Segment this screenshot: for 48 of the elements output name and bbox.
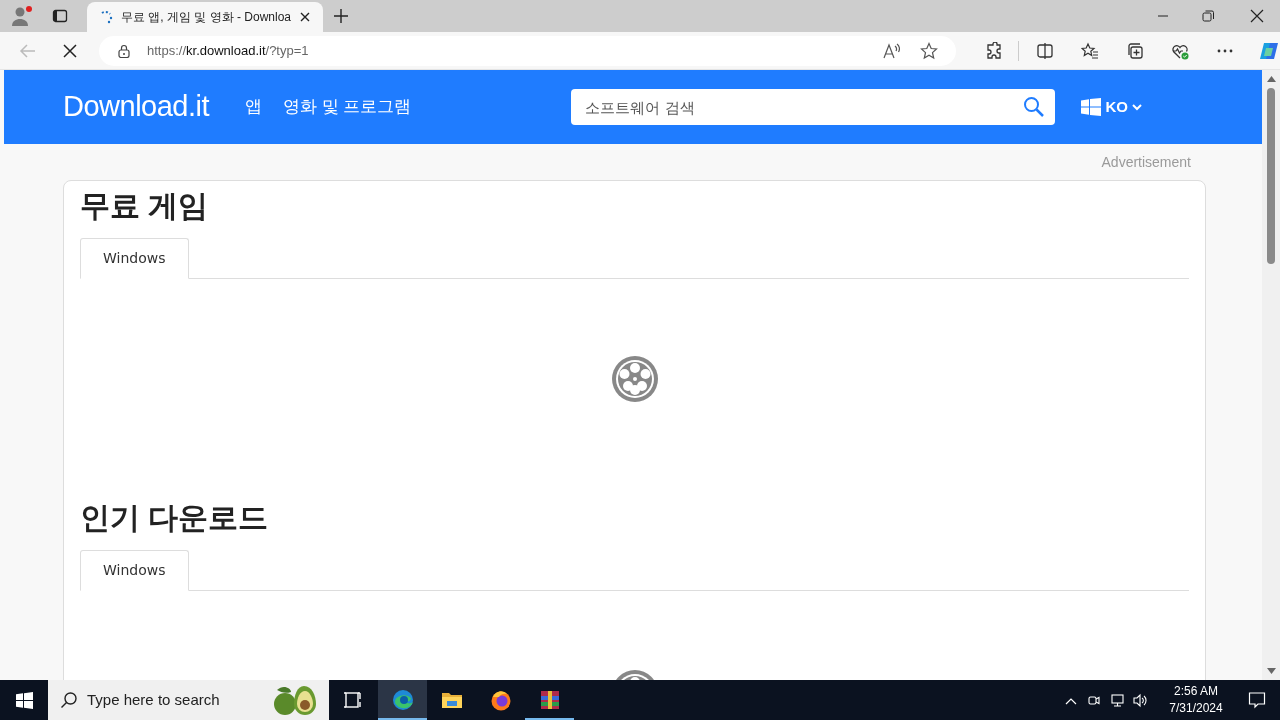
windows-icon xyxy=(1081,98,1102,116)
scroll-down-icon[interactable] xyxy=(1266,668,1276,674)
notifications-icon[interactable] xyxy=(1248,691,1266,709)
taskbar-app-button[interactable] xyxy=(378,680,427,720)
close-icon[interactable] xyxy=(299,11,312,23)
new-tab-icon[interactable] xyxy=(333,8,349,24)
nav-link[interactable]: 영화 및 프로그램 xyxy=(283,94,412,120)
windows-icon xyxy=(15,691,33,709)
url-text: https://kr.download.it/?typ=1 xyxy=(147,41,310,60)
site-logo[interactable]: Download.it xyxy=(63,85,210,129)
favorite-star-icon[interactable] xyxy=(920,41,938,60)
favorites-list-icon[interactable] xyxy=(1081,41,1099,60)
network-icon[interactable] xyxy=(1110,692,1125,708)
platform-tab[interactable]: Windows xyxy=(80,238,189,279)
clock-time[interactable]: 2:56 AM xyxy=(1174,683,1218,700)
close-window-icon[interactable] xyxy=(1250,9,1264,23)
collections-icon[interactable] xyxy=(1126,41,1144,60)
read-aloud-icon[interactable] xyxy=(882,41,900,60)
volume-icon[interactable] xyxy=(1133,692,1148,708)
section-heading: 인기 다운로드 xyxy=(80,500,270,536)
search-placeholder: Type here to search xyxy=(87,689,221,710)
edge-browser-icon xyxy=(391,689,414,711)
platform-tab[interactable]: Windows xyxy=(80,550,189,591)
nav-link[interactable]: 앱 xyxy=(245,94,263,120)
tab-title: 무료 앱, 게임 및 영화 - Downloa xyxy=(121,9,292,26)
scrollbar[interactable] xyxy=(1262,70,1280,680)
section-heading: 무료 게임 xyxy=(80,188,210,224)
tab-actions-icon[interactable] xyxy=(52,8,68,24)
address-bar[interactable]: https://kr.download.it/?typ=1 xyxy=(99,35,956,66)
search-field[interactable]: 소프트웨어 검색 xyxy=(571,89,1056,125)
chevron-down-icon xyxy=(1132,103,1142,111)
fox-browser-icon xyxy=(489,689,512,711)
restore-icon[interactable] xyxy=(1202,10,1214,22)
clock-date[interactable]: 7/31/2024 xyxy=(1169,700,1223,717)
stop-loading-icon[interactable] xyxy=(63,43,77,58)
search-icon xyxy=(60,691,78,709)
split-screen-icon[interactable] xyxy=(1036,41,1054,60)
scroll-up-icon[interactable] xyxy=(1266,76,1276,82)
language-selector[interactable]: KO xyxy=(1081,95,1142,119)
browser-tab[interactable]: 무료 앱, 게임 및 영화 - Downloa xyxy=(87,2,323,32)
scrollbar-thumb[interactable] xyxy=(1267,88,1275,264)
advertisement-label: Advertisement xyxy=(1101,152,1191,172)
archive-books-icon xyxy=(538,689,561,711)
taskbar-search-field[interactable]: Type here to search xyxy=(48,680,329,720)
search-icon[interactable] xyxy=(1023,96,1046,118)
lock-icon xyxy=(117,43,131,58)
extensions-icon[interactable] xyxy=(984,41,1002,60)
profile-icon[interactable] xyxy=(10,4,34,28)
